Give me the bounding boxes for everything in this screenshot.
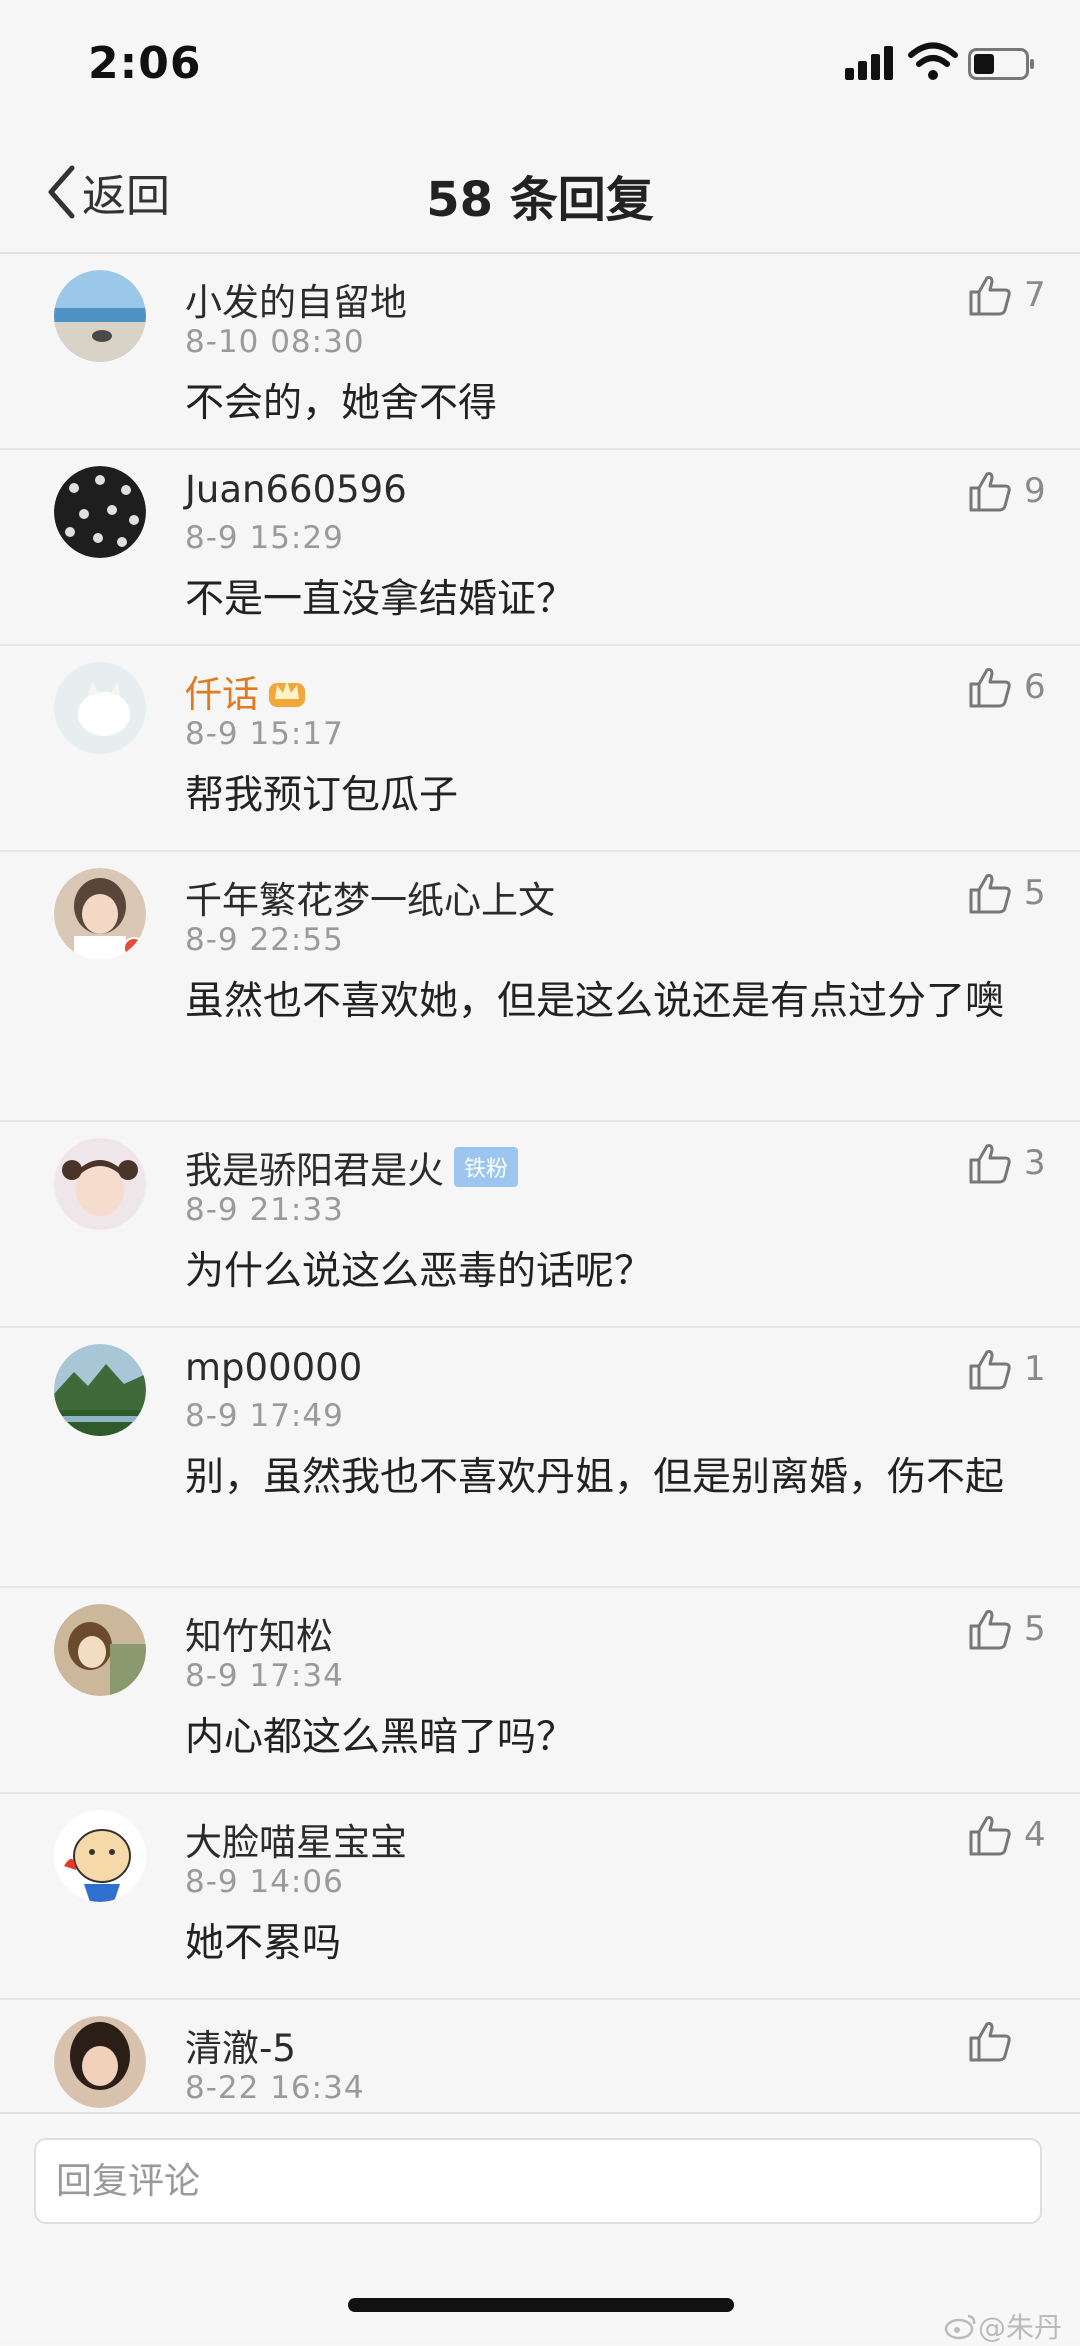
comment-text: 不会的，她舍不得 [185, 381, 498, 426]
like-button[interactable]: 7 [968, 274, 1046, 316]
like-count: 5 [1024, 1609, 1046, 1649]
home-indicator[interactable] [348, 2298, 734, 2312]
comment-username-text: 我是骄阳君是火 [185, 1149, 444, 1192]
thumbs-up-icon [969, 1144, 1011, 1184]
crown-badge-icon [269, 681, 305, 707]
comment-text: 不是一直没拿结婚证？ [185, 577, 576, 622]
comment-text: 别，虽然我也不喜欢丹姐，但是别离婚，伤不起 [185, 1455, 1005, 1500]
like-button[interactable]: 9 [968, 470, 1046, 512]
thumbs-up-icon [969, 472, 1011, 512]
weibo-icon [944, 2314, 976, 2340]
avatar[interactable] [54, 1138, 146, 1230]
watermark-text: @朱丹 [977, 2311, 1062, 2344]
like-count: 4 [1024, 1815, 1046, 1855]
avatar[interactable] [54, 1344, 146, 1436]
avatar[interactable] [54, 868, 146, 960]
like-button[interactable]: 4 [968, 1814, 1046, 1856]
comment-time: 8-9 21:33 [185, 1192, 344, 1228]
reply-bar: @朱丹 [0, 2112, 1080, 2344]
thumbs-up-icon [969, 668, 1011, 708]
avatar[interactable] [54, 1810, 146, 1902]
thumbs-up-icon [969, 874, 1011, 914]
comment-time: 8-10 08:30 [185, 324, 365, 360]
comment-item: 仟话 8-9 15:17 帮我预订包瓜子 6 [0, 646, 1080, 852]
thumbs-up-icon [969, 1350, 1011, 1390]
comment-username[interactable]: 清澈-5 [185, 2018, 296, 2072]
thumbs-up-icon [969, 1816, 1011, 1856]
like-button[interactable]: 5 [968, 872, 1046, 914]
comment-list[interactable]: 小发的自留地 8-10 08:30 不会的，她舍不得 7 Juan660596 … [0, 254, 1080, 2112]
like-button[interactable]: 6 [968, 666, 1046, 708]
avatar[interactable] [54, 662, 146, 754]
page-title: 58 条回复 [426, 172, 654, 228]
comment-time: 8-22 16:34 [185, 2070, 365, 2106]
like-count: 5 [1024, 873, 1046, 913]
comment-username[interactable]: 我是骄阳君是火 铁粉 [185, 1140, 519, 1194]
comment-username[interactable]: 小发的自留地 [185, 272, 407, 326]
status-time: 2:06 [88, 38, 202, 89]
battery-icon [968, 48, 1034, 80]
comment-username[interactable]: 仟话 [185, 664, 307, 718]
like-button[interactable]: 3 [968, 1142, 1046, 1184]
comment-item: 大脸喵星宝宝 8-9 14:06 她不累吗 4 [0, 1794, 1080, 2000]
like-button[interactable]: 1 [968, 1348, 1046, 1390]
comment-username[interactable]: 千年繁花梦一纸心上文 [185, 870, 555, 924]
thumbs-up-icon [969, 1610, 1011, 1650]
avatar[interactable] [54, 466, 146, 558]
fan-badge: 铁粉 [454, 1147, 519, 1187]
thumbs-up-icon [969, 276, 1011, 316]
comment-username[interactable]: mp00000 [185, 1346, 362, 1389]
like-count: 3 [1024, 1143, 1046, 1183]
comment-username-text: 仟话 [185, 673, 259, 716]
comment-item: 千年繁花梦一纸心上文 8-9 22:55 虽然也不喜欢她，但是这么说还是有点过分… [0, 852, 1080, 1122]
comment-time: 8-9 17:49 [185, 1398, 344, 1434]
comment-item: mp00000 8-9 17:49 别，虽然我也不喜欢丹姐，但是别离婚，伤不起 … [0, 1328, 1080, 1588]
comment-item: 我是骄阳君是火 铁粉 8-9 21:33 为什么说这么恶毒的话呢？ 3 [0, 1122, 1080, 1328]
comment-item: Juan660596 8-9 15:29 不是一直没拿结婚证？ 9 [0, 450, 1080, 646]
like-button[interactable] [968, 2020, 1046, 2062]
comment-time: 8-9 22:55 [185, 922, 344, 958]
like-button[interactable]: 5 [968, 1608, 1046, 1650]
comment-text: 帮我预订包瓜子 [185, 773, 459, 818]
avatar[interactable] [54, 1604, 146, 1696]
comment-time: 8-9 17:34 [185, 1658, 344, 1694]
avatar[interactable] [54, 2016, 146, 2108]
signal-icon [845, 46, 897, 80]
avatar[interactable] [54, 270, 146, 362]
watermark: @朱丹 [944, 2306, 1062, 2346]
comment-time: 8-9 15:29 [185, 520, 344, 556]
comment-text: 内心都这么黑暗了吗？ [185, 1715, 576, 1760]
status-bar: 2:06 [0, 0, 1080, 130]
comment-text: 为什么说这么恶毒的话呢？ [185, 1249, 654, 1294]
comment-time: 8-9 15:17 [185, 716, 344, 752]
like-count: 7 [1024, 275, 1046, 315]
comment-item: 小发的自留地 8-10 08:30 不会的，她舍不得 7 [0, 254, 1080, 450]
comment-item: 知竹知松 8-9 17:34 内心都这么黑暗了吗？ 5 [0, 1588, 1080, 1794]
like-count: 6 [1024, 667, 1046, 707]
comment-username[interactable]: 大脸喵星宝宝 [185, 1812, 407, 1866]
comment-text: 虽然也不喜欢她，但是这么说还是有点过分了噢 [185, 979, 1005, 1024]
comment-time: 8-9 14:06 [185, 1864, 344, 1900]
navigation-bar: 返回 58 条回复 [0, 130, 1080, 254]
like-count: 1 [1024, 1349, 1046, 1389]
thumbs-up-icon [969, 2022, 1011, 2062]
like-count: 9 [1024, 471, 1046, 511]
comment-text: 她不累吗 [185, 1921, 342, 1966]
comment-item: 清澈-5 8-22 16:34 [0, 2000, 1080, 2112]
reply-input[interactable] [34, 2138, 1042, 2224]
comment-username[interactable]: 知竹知松 [185, 1606, 333, 1660]
wifi-icon [908, 42, 958, 80]
comment-username[interactable]: Juan660596 [185, 468, 407, 511]
